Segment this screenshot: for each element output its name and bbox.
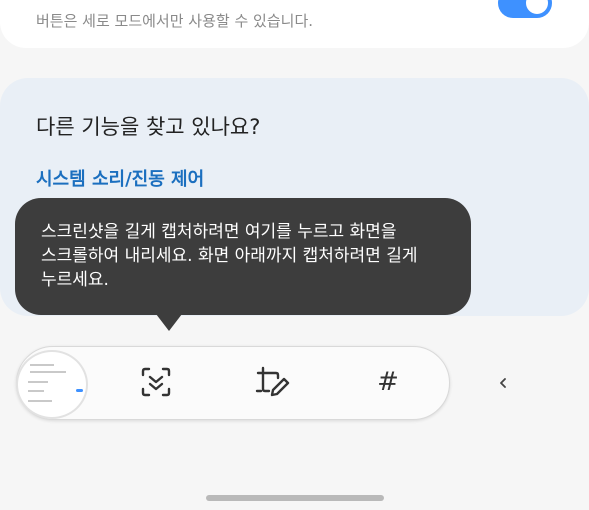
scroll-capture-icon <box>141 367 171 397</box>
gesture-home-bar[interactable] <box>206 495 384 501</box>
scroll-capture-tooltip: 스크린샷을 길게 캡처하려면 여기를 누르고 화면을 스크롤하여 내리세요. 화… <box>15 198 471 315</box>
scroll-capture-button[interactable] <box>134 360 178 404</box>
top-setting-card: 버튼은 세로 모드에서만 사용할 수 있습니다. <box>0 0 589 48</box>
crop-edit-icon <box>255 366 290 397</box>
thumbnail-toggle <box>76 389 83 392</box>
find-features-heading: 다른 기능을 찾고 있나요? <box>36 115 261 139</box>
thumbnail-line <box>30 364 54 366</box>
thumbnail-line <box>28 381 48 383</box>
tooltip-line: 스크롤하여 내리세요. 화면 아래까지 캡처하려면 길게 <box>41 246 418 266</box>
thumbnail-line <box>28 390 44 392</box>
tooltip-line: 누르세요. <box>41 270 109 290</box>
hashtag-button[interactable]: # <box>366 360 410 404</box>
toolbar-collapse-button[interactable] <box>492 372 514 394</box>
crop-edit-button[interactable] <box>250 360 294 404</box>
thumbnail-line <box>30 371 66 373</box>
system-sound-vibration-link[interactable]: 시스템 소리/진동 제어 <box>36 165 204 191</box>
tooltip-pointer <box>156 314 182 331</box>
setting-subtitle: 버튼은 세로 모드에서만 사용할 수 있습니다. <box>36 12 314 30</box>
toggle-knob <box>524 0 550 16</box>
hashtag-icon: # <box>377 367 399 397</box>
tooltip-line: 스크린샷을 길게 캡처하려면 여기를 누르고 화면을 <box>41 222 397 242</box>
thumbnail-line <box>28 400 52 402</box>
screenshot-thumbnail[interactable] <box>16 350 88 419</box>
chevron-left-icon <box>500 378 506 388</box>
setting-toggle[interactable] <box>498 0 552 18</box>
